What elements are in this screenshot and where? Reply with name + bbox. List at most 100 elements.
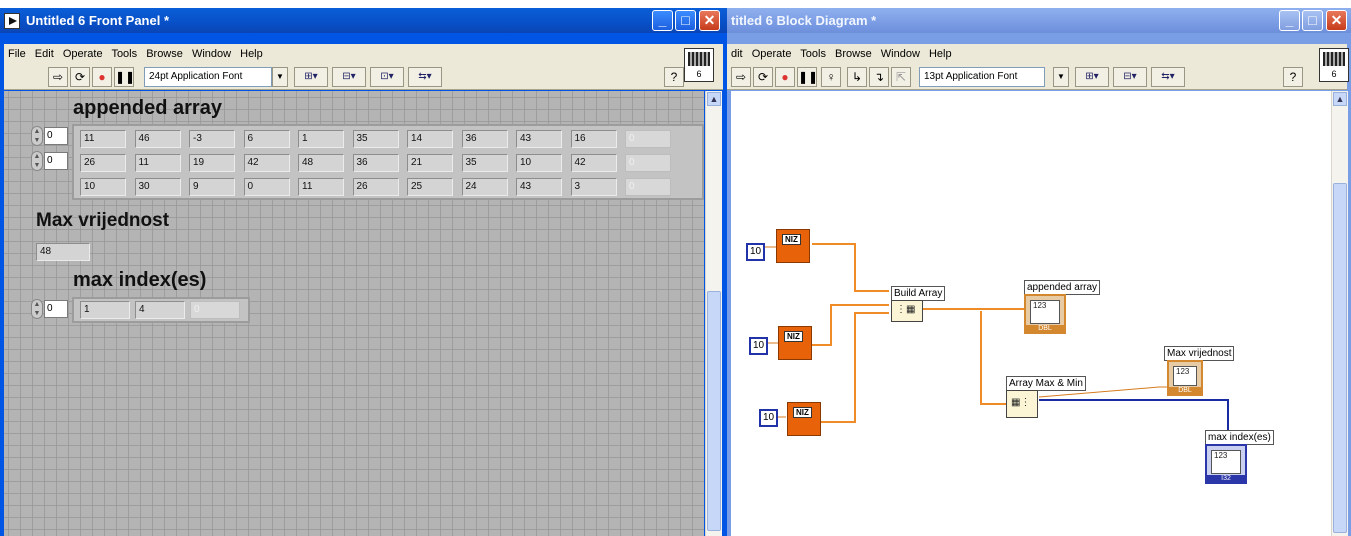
font-dropdown-icon[interactable]: ▼ bbox=[1053, 67, 1069, 87]
distribute-objects-icon[interactable]: ⊟▾ bbox=[332, 67, 366, 87]
array-element: 10 bbox=[516, 154, 562, 172]
array-max-min-node[interactable]: ▦⋮ bbox=[1006, 390, 1038, 418]
resize-objects-icon[interactable]: ⊡▾ bbox=[370, 67, 404, 87]
front-panel-menubar: File Edit Operate Tools Browse Window He… bbox=[4, 44, 723, 64]
niz-subvi[interactable]: NIZ bbox=[776, 229, 810, 263]
retain-wire-values-icon[interactable]: ↳ bbox=[847, 67, 867, 87]
array-element: 14 bbox=[407, 130, 453, 148]
array-element: 42 bbox=[570, 154, 617, 172]
block-diagram-titlebar[interactable]: titled 6 Block Diagram * _ □ ✕ bbox=[727, 8, 1351, 33]
array-element: 11 bbox=[134, 154, 181, 172]
build-array-node[interactable]: ⋮▦ bbox=[891, 300, 923, 322]
max-index-terminal[interactable]: 123 I32 bbox=[1205, 444, 1247, 484]
font-dropdown-icon[interactable]: ▼ bbox=[272, 67, 288, 87]
appended-array-terminal-label: appended array bbox=[1024, 280, 1101, 295]
niz-subvi[interactable]: NIZ bbox=[778, 326, 812, 360]
menu-edit[interactable]: Edit bbox=[35, 48, 54, 60]
step-out-icon[interactable]: ⇱ bbox=[891, 67, 911, 87]
vi-connector-icon[interactable]: 6 bbox=[1319, 48, 1349, 82]
highlight-execution-icon[interactable]: ♀ bbox=[821, 67, 841, 87]
labview-run-icon bbox=[4, 13, 20, 29]
run-arrow-icon[interactable]: ⇨ bbox=[48, 67, 68, 87]
block-diagram-window[interactable]: titled 6 Block Diagram * _ □ ✕ dit Opera… bbox=[727, 8, 1351, 536]
pause-icon[interactable]: ❚❚ bbox=[797, 67, 818, 87]
spin-arrows-icon[interactable]: ▲ ▼ bbox=[31, 151, 43, 171]
help-icon[interactable]: ? bbox=[664, 67, 684, 87]
run-continuously-icon[interactable]: ⟳ bbox=[753, 67, 773, 87]
max-index-index[interactable]: ▲ ▼ 0 bbox=[31, 299, 71, 319]
spin-arrows-icon[interactable]: ▲ ▼ bbox=[31, 299, 43, 319]
minimize-button[interactable]: _ bbox=[652, 10, 673, 31]
scroll-thumb[interactable] bbox=[1333, 183, 1347, 533]
scroll-up-icon[interactable]: ▲ bbox=[1333, 92, 1347, 106]
constant-10[interactable]: 10 bbox=[749, 337, 769, 355]
array-element: 36 bbox=[352, 154, 399, 172]
menu-help[interactable]: Help bbox=[929, 48, 952, 60]
front-panel-canvas[interactable]: appended array ▲ ▼ 0 ▲ ▼ 0 11 46 -3 6 1 35 14 36 4… bbox=[4, 91, 704, 536]
constant-10[interactable]: 10 bbox=[759, 409, 779, 427]
close-button[interactable]: ✕ bbox=[699, 10, 720, 31]
block-diagram-toolbar: ⇨ ⟳ ● ❚❚ ♀ ↳ ↴ ⇱ 13pt Application Font ▼… bbox=[727, 64, 1347, 90]
array-element: 35 bbox=[461, 154, 508, 172]
help-icon[interactable]: ? bbox=[1283, 67, 1303, 87]
maximize-button[interactable]: □ bbox=[675, 10, 696, 31]
reorder-icon[interactable]: ⇆▾ bbox=[1151, 67, 1185, 87]
block-diagram-scrollbar[interactable]: ▲ bbox=[1331, 91, 1348, 536]
array-element: 10 bbox=[80, 178, 126, 196]
menu-edit[interactable]: dit bbox=[731, 48, 743, 60]
constant-10[interactable]: 10 bbox=[746, 243, 766, 261]
run-arrow-icon[interactable]: ⇨ bbox=[731, 67, 751, 87]
scroll-up-icon[interactable]: ▲ bbox=[707, 92, 721, 106]
abort-icon[interactable]: ● bbox=[775, 67, 795, 87]
build-array-icon: ⋮▦ bbox=[896, 304, 916, 315]
menu-browse[interactable]: Browse bbox=[835, 48, 872, 60]
niz-subvi[interactable]: NIZ bbox=[787, 402, 821, 436]
menu-tools[interactable]: Tools bbox=[111, 48, 137, 60]
abort-icon[interactable]: ● bbox=[92, 67, 112, 87]
array-element: 11 bbox=[298, 178, 344, 196]
front-panel-window[interactable]: Untitled 6 Front Panel * _ □ ✕ File Edit… bbox=[0, 8, 727, 536]
array-element: 43 bbox=[516, 178, 562, 196]
close-button[interactable]: ✕ bbox=[1326, 10, 1347, 31]
array-element: 0 bbox=[625, 178, 671, 196]
font-select[interactable]: 13pt Application Font bbox=[919, 67, 1045, 87]
menu-window[interactable]: Window bbox=[192, 48, 231, 60]
appended-array-indicator: 11 46 -3 6 1 35 14 36 43 16 0 26 11 19 42 48 36 21 35 10 42 0… bbox=[72, 124, 704, 200]
menu-operate[interactable]: Operate bbox=[63, 48, 103, 60]
align-objects-icon[interactable]: ⊞▾ bbox=[294, 67, 328, 87]
array-max-min-icon: ▦⋮ bbox=[1011, 397, 1031, 408]
align-objects-icon[interactable]: ⊞▾ bbox=[1075, 67, 1109, 87]
appended-array-terminal[interactable]: 123 DBL bbox=[1024, 294, 1066, 334]
distribute-objects-icon[interactable]: ⊟▾ bbox=[1113, 67, 1147, 87]
menu-tools[interactable]: Tools bbox=[800, 48, 826, 60]
array-element: 30 bbox=[134, 178, 181, 196]
menu-window[interactable]: Window bbox=[881, 48, 920, 60]
array-element: 35 bbox=[352, 130, 399, 148]
front-panel-titlebar[interactable]: Untitled 6 Front Panel * _ □ ✕ bbox=[0, 8, 727, 33]
maximize-button[interactable]: □ bbox=[1302, 10, 1323, 31]
menu-operate[interactable]: Operate bbox=[752, 48, 792, 60]
array-element: 1 bbox=[298, 130, 344, 148]
array-element: 16 bbox=[570, 130, 617, 148]
block-diagram-title: titled 6 Block Diagram * bbox=[731, 13, 877, 28]
max-value-terminal[interactable]: 123 DBL bbox=[1167, 360, 1203, 396]
appended-array-col-index[interactable]: ▲ ▼ 0 bbox=[31, 151, 71, 171]
scroll-thumb[interactable] bbox=[707, 291, 721, 531]
spin-arrows-icon[interactable]: ▲ ▼ bbox=[31, 126, 43, 146]
menu-browse[interactable]: Browse bbox=[146, 48, 183, 60]
run-continuously-icon[interactable]: ⟳ bbox=[70, 67, 90, 87]
front-panel-scrollbar[interactable]: ▲ bbox=[705, 91, 722, 536]
font-select[interactable]: 24pt Application Font bbox=[144, 67, 272, 87]
array-element: 0 bbox=[243, 178, 290, 196]
reorder-icon[interactable]: ⇆▾ bbox=[408, 67, 442, 87]
vi-connector-icon[interactable]: 6 bbox=[684, 48, 714, 82]
pause-icon[interactable]: ❚❚ bbox=[114, 67, 135, 87]
appended-array-row-index[interactable]: ▲ ▼ 0 bbox=[31, 126, 71, 146]
minimize-button[interactable]: _ bbox=[1279, 10, 1300, 31]
wire-niz2-build bbox=[812, 304, 889, 346]
block-diagram-canvas[interactable]: 10 10 10 NIZ NIZ NIZ Build Array ⋮▦ Arra… bbox=[731, 91, 1331, 536]
max-value-indicator: 48 bbox=[36, 243, 90, 261]
menu-help[interactable]: Help bbox=[240, 48, 263, 60]
step-into-icon[interactable]: ↴ bbox=[869, 67, 889, 87]
menu-file[interactable]: File bbox=[8, 48, 26, 60]
